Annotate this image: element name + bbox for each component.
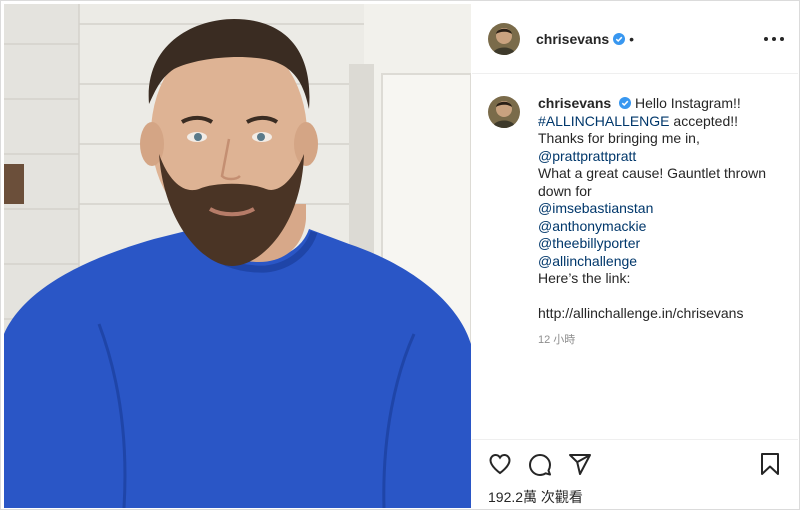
- verified-badge-icon: [619, 97, 632, 109]
- hashtag-link[interactable]: #ALLINCHALLENGE: [538, 113, 670, 129]
- video-frame-image: [4, 4, 471, 508]
- caption-avatar[interactable]: [488, 96, 520, 128]
- actions-bar: 192.2萬 次觀看: [472, 439, 798, 508]
- verified-badge-icon: [613, 32, 626, 45]
- tag-link[interactable]: @imsebastianstan: [538, 200, 782, 218]
- tag-link[interactable]: @anthonymackie: [538, 218, 782, 236]
- more-options-icon[interactable]: [764, 30, 784, 48]
- tag-link[interactable]: @allinchallenge: [538, 253, 782, 271]
- avatar-image: [488, 22, 520, 55]
- caption-link-label: Here’s the link:: [538, 270, 631, 286]
- caption-cause: What a great cause! Gauntlet thrown down…: [538, 165, 767, 199]
- caption-url: http://allinchallenge.in/chrisevans: [538, 305, 744, 321]
- caption-text: chrisevans Hello Instagram!! #ALLINCHALL…: [538, 95, 782, 349]
- post-video[interactable]: [4, 4, 471, 508]
- header-separator: •: [629, 30, 635, 47]
- comment-bubble-icon[interactable]: [528, 452, 552, 476]
- caption-section: chrisevans Hello Instagram!! #ALLINCHALL…: [472, 75, 798, 439]
- mention-link[interactable]: @prattprattpratt: [538, 148, 636, 164]
- author-avatar[interactable]: [488, 22, 520, 55]
- caption-row: chrisevans Hello Instagram!! #ALLINCHALL…: [488, 95, 782, 349]
- tag-link[interactable]: @theebillyporter: [538, 235, 782, 253]
- heart-icon[interactable]: [488, 452, 512, 476]
- caption-intro: Hello Instagram!!: [634, 95, 741, 111]
- view-count[interactable]: 192.2萬 次觀看: [488, 487, 583, 507]
- post-side-panel: chrisevans • chrisevans Hello Instagram!…: [472, 4, 798, 508]
- instagram-post: chrisevans • chrisevans Hello Instagram!…: [0, 0, 800, 510]
- avatar-image: [488, 96, 520, 128]
- author-username[interactable]: chrisevans: [536, 31, 609, 47]
- paper-plane-icon[interactable]: [568, 452, 592, 476]
- bookmark-icon[interactable]: [758, 452, 782, 476]
- action-icons: [488, 452, 608, 476]
- post-header: chrisevans •: [472, 4, 798, 74]
- post-timestamp[interactable]: 12 小時: [538, 332, 782, 350]
- caption-username[interactable]: chrisevans: [538, 95, 611, 111]
